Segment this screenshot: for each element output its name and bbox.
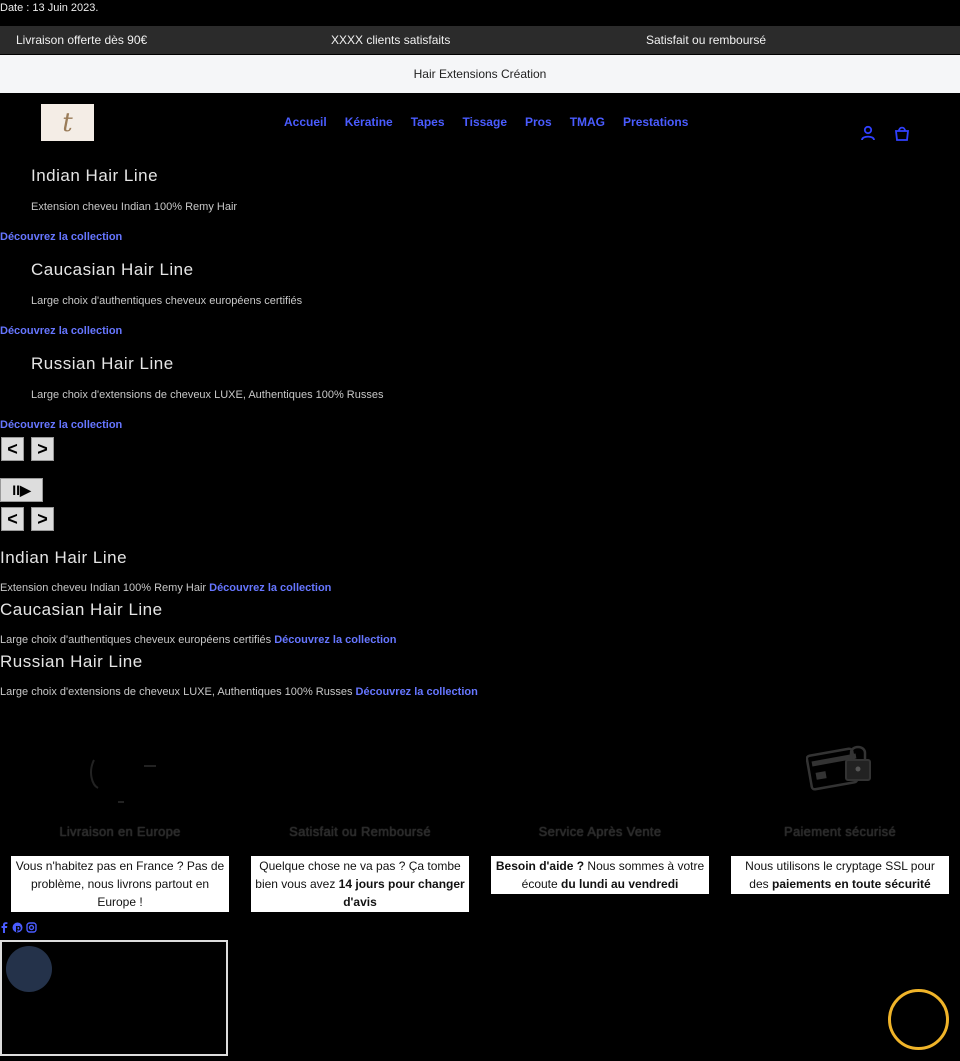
feature-bold-service: Besoin d'aide ? (495, 859, 585, 873)
row-title-indian: Indian Hair Line (0, 548, 128, 567)
feature-box-service: Besoin d'aide ? Nous sommes à votre écou… (491, 856, 709, 894)
row-title-russian: Russian Hair Line (0, 652, 143, 671)
slider-prev-button[interactable]: < (1, 437, 24, 461)
chat-panel[interactable] (0, 940, 228, 1056)
promo-shipping: Livraison offerte dès 90€ (16, 33, 148, 47)
feature-title-refund: Satisfait ou Remboursé (289, 824, 431, 839)
row-text-indian: Extension cheveu Indian 100% Remy Hair (0, 582, 210, 594)
nav-accueil[interactable]: Accueil (284, 115, 327, 129)
row-link-caucasian[interactable]: Découvrez la collection (274, 634, 396, 646)
promo-customers: XXXX clients satisfaits (331, 33, 451, 47)
user-icon[interactable] (860, 125, 876, 141)
nav-keratine[interactable]: Kératine (345, 115, 393, 129)
feature-bold-payment: paiements en toute sécurité (771, 877, 931, 891)
date-bar: Date : 13 Juin 2023. (0, 2, 99, 14)
row-text-caucasian: Large choix d'authentiques cheveux europ… (0, 634, 275, 646)
feature-bold-refund: 14 jours pour changer d'avis (338, 877, 465, 909)
slide-link-caucasian[interactable]: Découvrez la collection (0, 325, 122, 337)
slider-next-button[interactable]: > (31, 437, 54, 461)
feature-title-service: Service Après Vente (538, 824, 662, 839)
site-header: t Accueil Kératine Tapes Tissage Pros TM… (0, 93, 960, 153)
row-line-russian: Large choix d'extensions de cheveux LUXE… (0, 686, 478, 698)
feature-text-delivery: Vous n'habitez pas en France ? Pas de pr… (15, 859, 225, 909)
feature-title-delivery: Livraison en Europe (59, 824, 181, 839)
row-text-russian: Large choix d'extensions de cheveux LUXE… (0, 686, 356, 698)
main-nav: Accueil Kératine Tapes Tissage Pros TMAG… (284, 115, 688, 129)
nav-tapes[interactable]: Tapes (411, 115, 445, 129)
slide-title-russian: Russian Hair Line (31, 354, 174, 373)
row-title-caucasian: Caucasian Hair Line (0, 600, 163, 619)
row-link-indian[interactable]: Découvrez la collection (209, 582, 331, 594)
feature-bold2-service: du lundi au vendredi (561, 877, 679, 891)
site-logo[interactable]: t (41, 104, 94, 141)
pinterest-icon[interactable]: p (12, 922, 23, 933)
row-line-indian: Extension cheveu Indian 100% Remy Hair D… (0, 582, 331, 594)
instagram-icon[interactable] (26, 922, 37, 933)
facebook-icon[interactable] (0, 922, 9, 933)
slide-text-indian: Extension cheveu Indian 100% Remy Hair (31, 201, 238, 213)
slide-link-indian[interactable]: Découvrez la collection (0, 231, 122, 243)
row-line-caucasian: Large choix d'authentiques cheveux europ… (0, 634, 397, 646)
nav-pros[interactable]: Pros (525, 115, 552, 129)
feature-title-payment: Paiement sécurisé (783, 824, 897, 839)
chat-launcher-button[interactable] (888, 989, 949, 1050)
slider-prev-button-2[interactable]: < (1, 507, 24, 531)
promo-guarantee: Satisfait ou remboursé (646, 33, 767, 47)
nav-tissage[interactable]: Tissage (463, 115, 507, 129)
globe-icon (90, 759, 156, 803)
feature-box-refund: Quelque chose ne va pas ? Ça tombe bien … (251, 856, 469, 912)
bag-icon[interactable] (894, 125, 910, 141)
slide-link-russian[interactable]: Découvrez la collection (0, 419, 122, 431)
slide-text-russian: Large choix d'extensions de cheveux LUXE… (31, 389, 384, 401)
chat-avatar (6, 946, 52, 992)
feature-box-payment: Nous utilisons le cryptage SSL pour des … (731, 856, 949, 894)
promo-bar: Livraison offerte dès 90€ XXXX clients s… (0, 26, 960, 54)
nav-tmag[interactable]: TMAG (570, 115, 605, 129)
slider-play-pause-button[interactable]: II▶ (0, 478, 43, 502)
announcement-text: Hair Extensions Création (413, 67, 547, 81)
feature-box-delivery: Vous n'habitez pas en France ? Pas de pr… (11, 856, 229, 912)
svg-text:p: p (15, 923, 21, 932)
social-links: p (0, 922, 37, 936)
nav-prestations[interactable]: Prestations (623, 115, 688, 129)
slide-title-indian: Indian Hair Line (31, 166, 159, 185)
row-link-russian[interactable]: Découvrez la collection (356, 686, 478, 698)
announcement-bar: Hair Extensions Création (0, 55, 960, 93)
logo-letter: t (62, 107, 73, 138)
slide-text-caucasian: Large choix d'authentiques cheveux europ… (31, 295, 303, 307)
slider-next-button-2[interactable]: > (31, 507, 54, 531)
secure-card-icon (806, 745, 871, 791)
slide-title-caucasian: Caucasian Hair Line (31, 260, 194, 279)
